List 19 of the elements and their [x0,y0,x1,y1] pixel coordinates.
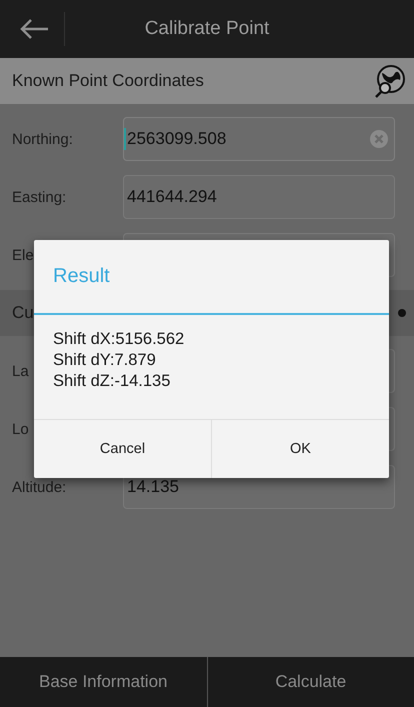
input-field[interactable]: 2563099.508 [123,117,395,161]
back-button[interactable] [18,17,50,41]
screen-title: Calibrate Point [144,18,270,39]
section-title: Cu [12,303,34,323]
field-label: Easting: [12,188,68,206]
dot-icon [398,309,406,317]
ok-button[interactable]: OK [211,420,389,478]
field-label: Ele [12,246,35,264]
field-label: La [12,362,30,380]
field-label: Altitude: [12,478,68,496]
result-text: Shift dY:7.879 [53,350,157,371]
result-text: Shift dZ:-14.135 [53,371,172,392]
section-title: Known Point Coordinates [12,71,204,91]
result-text: Shift dX:5156.562 [53,329,186,350]
field-label: Northing: [12,130,74,148]
input-field[interactable]: 441644.294 [123,175,395,219]
globe-search-icon[interactable] [374,64,406,98]
field-label: Lo [12,420,30,438]
dialog-title: Result [53,265,110,288]
